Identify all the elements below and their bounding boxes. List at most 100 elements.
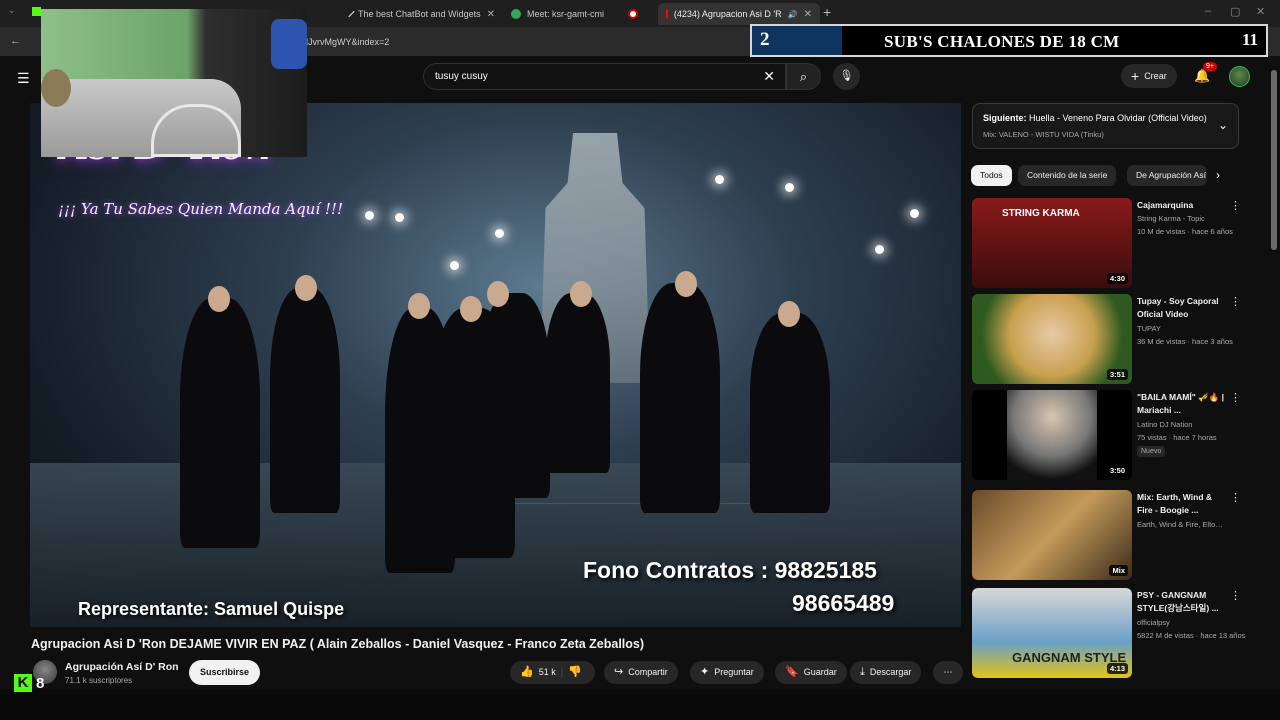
like-count[interactable]: 51 k [539, 661, 556, 684]
youtube-icon [666, 9, 668, 19]
search-input[interactable]: tusuy cusuy [435, 71, 488, 82]
rec-item[interactable]: 3:50 "BAILA MAMÍ" 🎺🔥 | Mariachi ... Lati… [972, 390, 1272, 482]
street-lamp [910, 209, 919, 218]
rec-item[interactable]: 3:51 Tupay - Soy Caporal Oficial Video T… [972, 294, 1272, 386]
plush-toy-shape [41, 69, 71, 107]
back-icon[interactable]: ← [10, 35, 21, 47]
url-field[interactable]: lJvrvMgWY&index=2 [306, 37, 389, 47]
voice-search-button[interactable]: 🎙 [833, 63, 860, 90]
rec-thumbnail[interactable]: 3:50 [972, 390, 1132, 480]
rec-title[interactable]: "BAILA MAMÍ" 🎺🔥 | Mariachi ... [1137, 391, 1227, 417]
kebab-menu-icon[interactable]: ⋮ [1230, 199, 1241, 212]
chip-agrupacion[interactable]: De Agrupación Así [1127, 165, 1207, 186]
notification-badge: 9+ [1203, 62, 1217, 71]
tab-chatbot[interactable]: The best ChatBot and Widgets ✕ [343, 3, 503, 25]
rec-item[interactable]: GANGNAM STYLE 4:13 PSY - GANGNAM STYLE(강… [972, 588, 1272, 680]
close-icon[interactable]: ✕ [804, 9, 812, 20]
band-member [640, 283, 720, 513]
rec-title[interactable]: Cajamarquina [1137, 199, 1227, 212]
kebab-menu-icon[interactable]: ⋮ [1230, 491, 1241, 504]
rec-channel[interactable]: officialpsy [1137, 618, 1170, 627]
save-button[interactable]: 🔖 Guardar [775, 661, 847, 684]
tab-record[interactable] [620, 3, 650, 25]
channel-name[interactable]: Agrupación Así D' Ron [65, 661, 179, 673]
hamburger-menu-icon[interactable]: ☰ [17, 70, 30, 87]
rec-channel[interactable]: Earth, Wind & Fire, Elton John... [1137, 520, 1227, 529]
duration-badge: 4:30 [1106, 273, 1128, 284]
rec-title[interactable]: PSY - GANGNAM STYLE(강남스타일) ... [1137, 589, 1227, 615]
bottom-bar [0, 690, 1280, 720]
ask-button[interactable]: ✦ Preguntar [690, 661, 764, 684]
rec-thumbnail[interactable]: Mix [972, 490, 1132, 580]
rec-channel[interactable]: Latino DJ Nation [1137, 420, 1192, 429]
maximize-icon[interactable]: ▢ [1230, 5, 1240, 18]
rec-thumbnail[interactable]: STRING KARMA 4:30 [972, 198, 1132, 288]
rec-views: 5822 M de vistas · hace 13 años [1137, 631, 1246, 640]
share-button[interactable]: ↪ Compartir [604, 661, 678, 684]
webcam-overlay [41, 9, 307, 157]
scrollbar-thumb[interactable] [1271, 70, 1277, 250]
rec-title[interactable]: Tupay - Soy Caporal Oficial Video [1137, 295, 1227, 321]
speaker-icon[interactable]: 🔊 [788, 10, 798, 19]
street-lamp [365, 211, 374, 220]
contract-phone-2: 98665489 [792, 590, 895, 616]
close-window-icon[interactable]: ✕ [1256, 5, 1265, 18]
notifications-button[interactable]: 🔔 9+ [1194, 62, 1217, 84]
tab-youtube[interactable]: (4234) Agrupacion Asi D 'R 🔊 ✕ [658, 3, 820, 25]
up-next-card[interactable]: Siguiente: Huella - Veneno Para Olvidar … [972, 103, 1239, 149]
artist-image [1007, 390, 1097, 480]
video-player[interactable]: Asi D' Ron ¡¡¡ Ya Tu Sabes Quien Manda A… [30, 103, 961, 627]
rec-channel[interactable]: String Karma - Topic [1137, 214, 1205, 223]
download-icon: ⤓ [860, 666, 865, 678]
thumbs-up-icon[interactable]: 👍 [520, 661, 534, 684]
mix-badge: Mix [1109, 565, 1128, 576]
rec-thumbnail[interactable]: 3:51 [972, 294, 1132, 384]
clear-search-icon[interactable]: ✕ [763, 68, 775, 85]
kebab-menu-icon[interactable]: ⋮ [1230, 589, 1241, 602]
sub-count: 2 [752, 26, 842, 55]
kick-tab-icon [32, 7, 41, 16]
video-title: Agrupacion Asi D 'Ron DEJAME VIVIR EN PA… [31, 637, 645, 651]
chip-serie[interactable]: Contenido de la serie [1018, 165, 1117, 186]
search-box[interactable]: tusuy cusuy ✕ [423, 63, 786, 90]
subscriber-count: 71.1 k suscriptores [65, 676, 133, 685]
band-member-head [460, 296, 482, 322]
band-member-head [487, 281, 509, 307]
rec-item[interactable]: STRING KARMA 4:30 Cajamarquina String Ka… [972, 198, 1272, 290]
chip-todos[interactable]: Todos [971, 165, 1012, 186]
band-member [480, 293, 550, 498]
subscribe-button[interactable]: Suscribirse [189, 660, 261, 685]
tab-search-icon[interactable]: ⌄ [8, 5, 16, 16]
more-icon: ⋯ [943, 667, 953, 677]
chevron-down-icon[interactable]: ⌄ [1218, 118, 1228, 132]
more-actions-button[interactable]: ⋯ [933, 661, 963, 684]
account-avatar[interactable] [1229, 66, 1250, 87]
tab-label: Meet: ksr-gamt-cmi [527, 9, 605, 19]
rec-title[interactable]: Mix: Earth, Wind & Fire - Boogie ... [1137, 491, 1227, 517]
rec-item[interactable]: Mix Mix: Earth, Wind & Fire - Boogie ...… [972, 490, 1272, 582]
search-button[interactable]: ⌕ [786, 63, 821, 90]
kebab-menu-icon[interactable]: ⋮ [1230, 391, 1241, 404]
download-button[interactable]: ⤓ Descargar [850, 661, 922, 684]
new-tab-icon[interactable]: + [823, 4, 831, 20]
up-next-subtitle: Mix: VALENO - WISTU VIDA (Tinku) [983, 130, 1104, 139]
kick-overlay: K 8 [14, 674, 44, 692]
meet-icon [511, 9, 521, 19]
chevron-right-icon[interactable]: › [1216, 168, 1220, 182]
create-button[interactable]: + Crear [1121, 64, 1177, 88]
kebab-menu-icon[interactable]: ⋮ [1230, 295, 1241, 308]
close-icon[interactable]: ✕ [487, 9, 495, 20]
thumb-text: STRING KARMA [1002, 208, 1080, 219]
page-scrollbar[interactable] [1271, 60, 1277, 690]
rec-thumbnail[interactable]: GANGNAM STYLE 4:13 [972, 588, 1132, 678]
save-label: Guardar [803, 667, 837, 677]
divider: | [560, 667, 564, 677]
diamond-icon [348, 10, 355, 18]
rec-channel[interactable]: TUPAY [1137, 324, 1161, 333]
bookmark-icon: 🔖 [785, 666, 799, 678]
minimize-icon[interactable]: – [1205, 5, 1211, 17]
duration-badge: 4:13 [1106, 663, 1128, 674]
thumbs-down-icon[interactable]: 👎 [568, 661, 582, 684]
rec-views: 75 vistas · hace 7 horas [1137, 433, 1217, 442]
create-label: Crear [1144, 71, 1167, 81]
